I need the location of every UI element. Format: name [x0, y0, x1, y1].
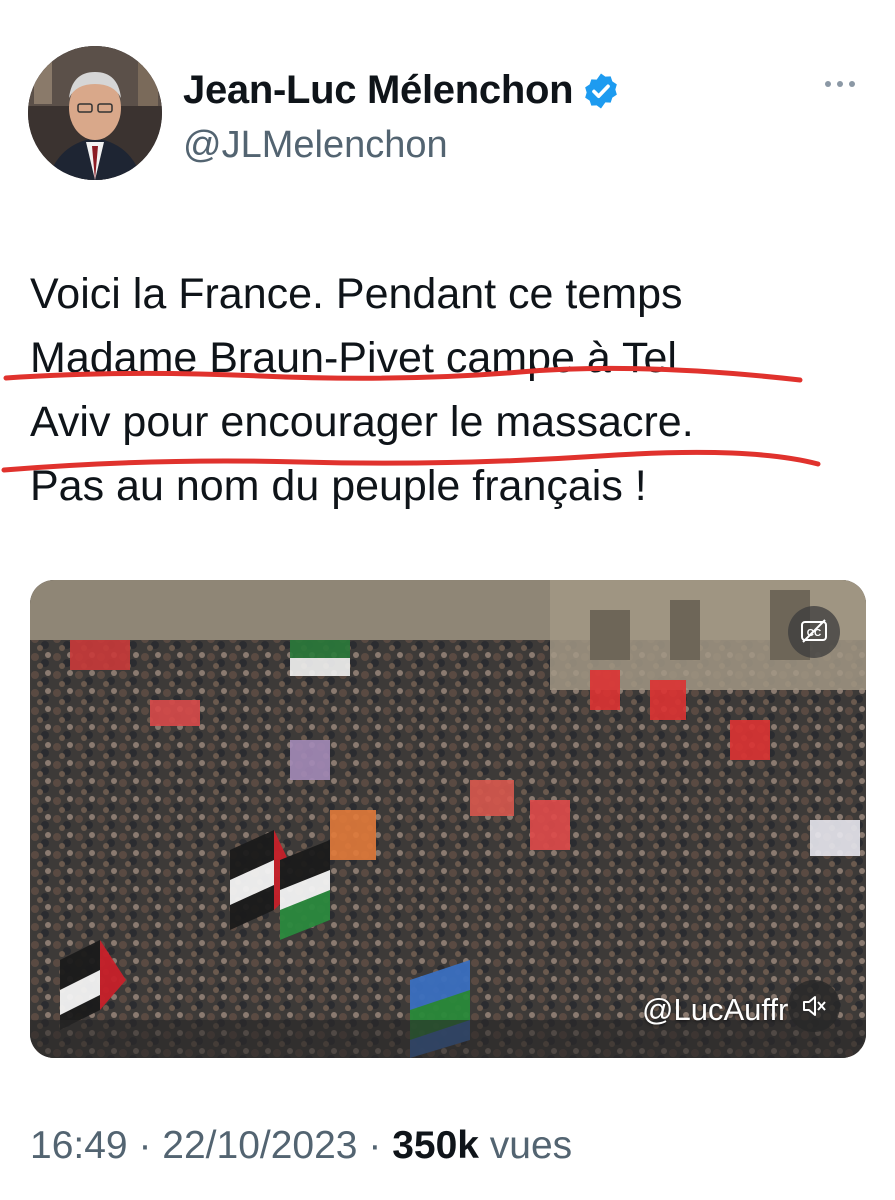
- captions-button[interactable]: CC: [788, 606, 840, 658]
- separator: ·: [368, 1124, 382, 1167]
- captions-icon: CC: [801, 619, 827, 643]
- mute-button[interactable]: [788, 980, 840, 1032]
- protest-crowd-image: [30, 580, 866, 1058]
- author-handle[interactable]: @JLMelenchon: [183, 124, 448, 167]
- tweet-time[interactable]: 16:49: [30, 1124, 128, 1167]
- tweet-metadata: 16:49 · 22/10/2023 · 350k vues: [30, 1124, 572, 1168]
- avatar[interactable]: [28, 46, 162, 180]
- author-name-row: Jean-Luc Mélenchon: [183, 68, 621, 113]
- author-name[interactable]: Jean-Luc Mélenchon: [183, 68, 574, 113]
- red-underline-annotation: [3, 365, 803, 383]
- tweet-line: Voici la France. Pendant ce temps: [30, 270, 683, 318]
- views-label: vues: [489, 1124, 573, 1167]
- video-player[interactable]: CC @LucAuffr: [30, 580, 866, 1058]
- tweet-header: Jean-Luc Mélenchon @JLMelenchon: [28, 46, 868, 186]
- separator: ·: [138, 1124, 152, 1167]
- verified-badge-icon: [585, 73, 618, 108]
- red-underline-annotation: [1, 449, 821, 473]
- video-watermark: @LucAuffr: [642, 992, 789, 1027]
- more-options-icon[interactable]: [820, 74, 860, 94]
- views-count: 350k: [392, 1124, 479, 1167]
- tweet-date[interactable]: 22/10/2023: [162, 1124, 357, 1167]
- speaker-muted-icon: [803, 996, 826, 1016]
